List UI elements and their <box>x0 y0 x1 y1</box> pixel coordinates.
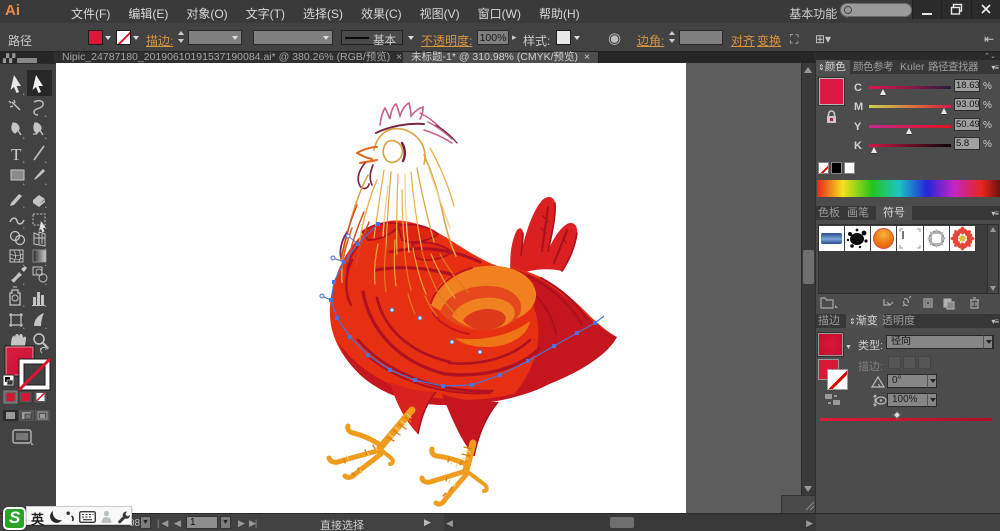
svg-text:T: T <box>11 145 22 164</box>
